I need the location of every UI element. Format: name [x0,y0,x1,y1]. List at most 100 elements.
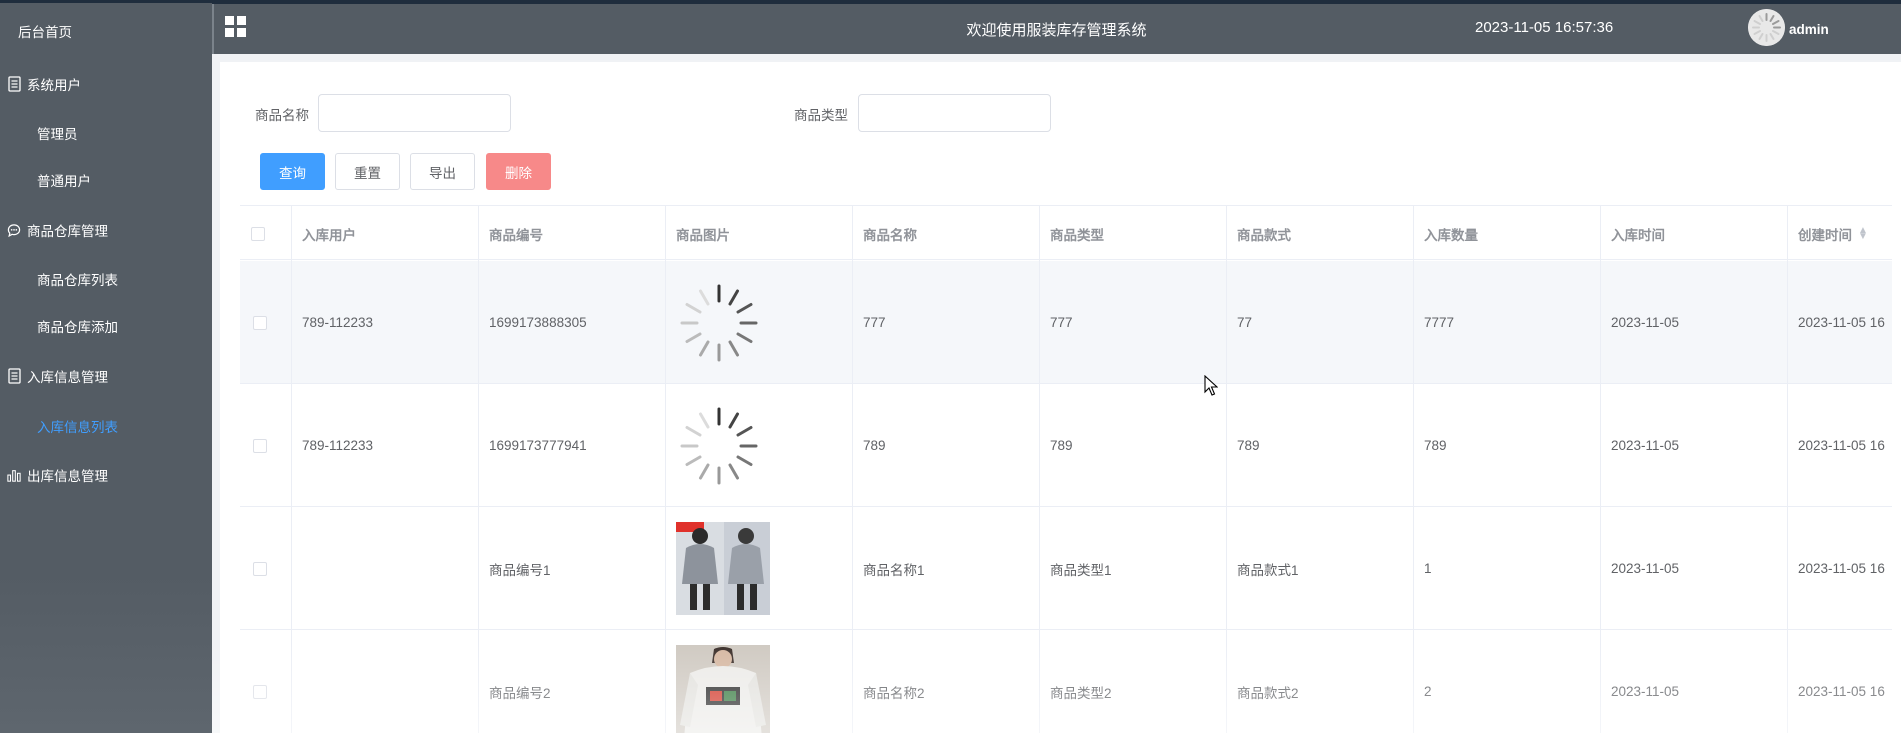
cell-code: 1699173777941 [479,384,666,507]
sidebar-item-label: 商品仓库列表 [37,273,118,288]
sidebar-item-label: 入库信息列表 [37,420,118,435]
cell-image [666,630,853,733]
cell-style: 商品款式1 [1227,507,1414,630]
cell-name: 商品名称1 [853,507,1040,630]
sidebar-item-warehouse-list[interactable]: 商品仓库列表 [0,259,212,299]
row-select-cell [240,630,292,733]
cell-created-time: 2023-11-05 16 [1788,384,1892,507]
sidebar-item-label: 后台首页 [18,25,72,40]
cell-quantity: 1 [1414,507,1601,630]
bar-chart-icon [7,467,21,483]
sidebar-group-label: 出库信息管理 [27,469,108,484]
product-image-sweatshirt-white[interactable] [676,645,770,733]
product-name-input[interactable] [318,94,511,132]
sidebar-group-label: 入库信息管理 [27,370,108,385]
product-type-label: 商品类型 [794,108,848,123]
column-header: 商品款式 [1227,206,1414,261]
sidebar-item-label: 管理员 [37,127,78,142]
username[interactable]: admin [1789,22,1829,37]
row-checkbox[interactable] [253,438,267,453]
sidebar: 后台首页 系统用户 管理员 普通用户 商品仓库管理 商品仓库列表 商品仓库添加 … [0,0,212,733]
header-top-border [212,0,1901,4]
cell-user [292,630,479,733]
sidebar-group-outbound[interactable]: 出库信息管理 [0,455,212,495]
cell-created-time: 2023-11-05 16 [1788,630,1892,733]
row-checkbox[interactable] [253,561,267,576]
reset-button[interactable]: 重置 [335,153,400,190]
cell-type: 商品类型1 [1040,507,1227,630]
document-icon [7,368,21,384]
column-header-sortable[interactable]: 创建时间 ▲ ▼ [1788,206,1892,261]
cell-inbound-time: 2023-11-05 [1601,630,1788,733]
cell-code: 商品编号1 [479,507,666,630]
table-row[interactable]: 789-112233 1699173777941 789 789 789 789… [240,384,1892,507]
loading-spinner-icon [1748,9,1785,46]
cell-name: 商品名称2 [853,630,1040,733]
header-datetime: 2023-11-05 16:57:36 [1475,19,1614,36]
sidebar-group-inbound[interactable]: 入库信息管理 [0,356,212,396]
cell-quantity: 789 [1414,384,1601,507]
product-image-hoodie-grey[interactable] [676,522,770,615]
column-header: 商品编号 [479,206,666,261]
cell-type: 商品类型2 [1040,630,1227,733]
header-select-all [240,206,292,261]
cell-type: 777 [1040,261,1227,384]
row-select-cell [240,261,292,384]
cell-code: 商品编号2 [479,630,666,733]
sidebar-group-system-users[interactable]: 系统用户 [0,64,212,104]
column-header: 商品名称 [853,206,1040,261]
chat-icon [7,222,21,238]
cell-inbound-time: 2023-11-05 [1601,384,1788,507]
cell-inbound-time: 2023-11-05 [1601,507,1788,630]
sidebar-item-normal-users[interactable]: 普通用户 [0,160,212,200]
cell-created-time: 2023-11-05 16 [1788,261,1892,384]
row-checkbox[interactable] [253,315,267,330]
top-header: 欢迎使用服装库存管理系统 2023-11-05 16:57:36 admin [212,0,1901,54]
sidebar-item-admin[interactable]: 管理员 [0,113,212,153]
export-button[interactable]: 导出 [410,153,475,190]
select-all-checkbox[interactable] [251,226,265,241]
product-name-label: 商品名称 [255,108,309,123]
cell-type: 789 [1040,384,1227,507]
table-row[interactable]: 商品编号1 商品名称1 商品类型1 商品款式1 1 2023-11-05 202… [240,507,1892,630]
sidebar-item-warehouse-add[interactable]: 商品仓库添加 [0,306,212,346]
mouse-cursor-icon [1204,375,1218,396]
delete-button[interactable]: 删除 [486,153,551,190]
cell-code: 1699173888305 [479,261,666,384]
table-row[interactable]: 商品编号2 商品名称2 商品类型2 商品款式2 2 2023-11-05 202… [240,630,1892,733]
loading-spinner-icon [680,407,758,484]
avatar[interactable] [1748,9,1785,46]
row-select-cell [240,507,292,630]
cell-image [666,507,853,630]
row-checkbox[interactable] [253,684,267,699]
sidebar-item-label: 商品仓库添加 [37,320,118,335]
cell-user [292,507,479,630]
sidebar-item-label: 普通用户 [37,174,91,189]
row-select-cell [240,384,292,507]
loading-spinner-icon [680,284,758,361]
cell-name: 777 [853,261,1040,384]
sidebar-group-label: 系统用户 [27,78,81,93]
cell-style: 789 [1227,384,1414,507]
sidebar-item-home[interactable]: 后台首页 [0,11,212,51]
header-title: 欢迎使用服装库存管理系统 [966,22,1147,39]
sidebar-group-warehouse[interactable]: 商品仓库管理 [0,210,212,250]
sidebar-item-inbound-list[interactable]: 入库信息列表 [0,406,212,446]
table-header: 入库用户 商品编号 商品图片 商品名称 商品类型 商品款式 入库数量 入库时间 … [240,205,1892,261]
sort-caret-icon[interactable]: ▲ ▼ [1858,225,1868,241]
column-header-label: 创建时间 [1798,227,1852,243]
document-icon [7,76,21,92]
cell-created-time: 2023-11-05 16 [1788,507,1892,630]
cell-image [666,261,853,384]
cell-quantity: 7777 [1414,261,1601,384]
cell-user: 789-112233 [292,261,479,384]
column-header: 商品类型 [1040,206,1227,261]
table-row[interactable]: 789-112233 1699173888305 777 777 77 7777… [240,261,1892,384]
product-type-input[interactable] [858,94,1051,132]
inbound-table: 入库用户 商品编号 商品图片 商品名称 商品类型 商品款式 入库数量 入库时间 … [240,205,1892,733]
cell-name: 789 [853,384,1040,507]
sidebar-top-border [0,0,212,3]
cell-style: 77 [1227,261,1414,384]
query-button[interactable]: 查询 [260,153,325,190]
sidebar-group-label: 商品仓库管理 [27,224,108,239]
